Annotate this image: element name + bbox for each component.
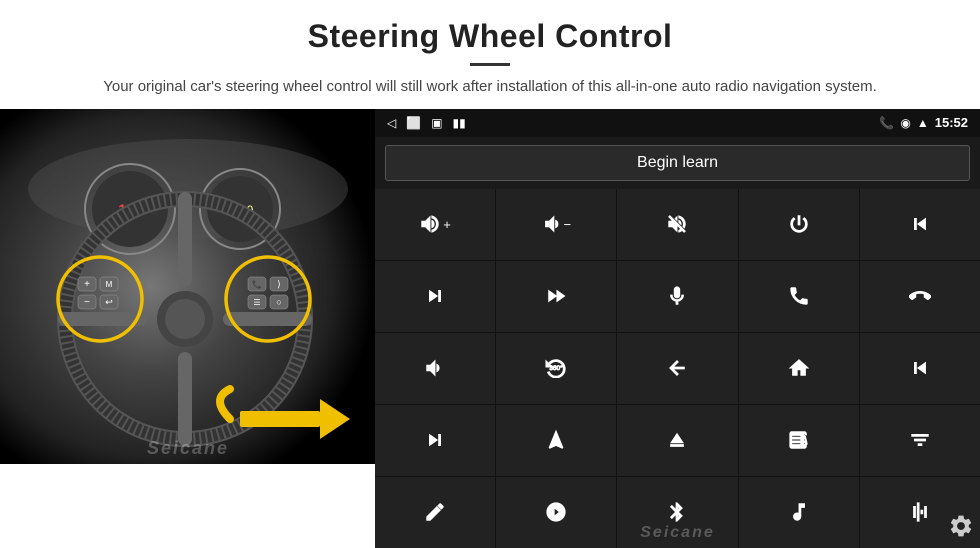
navigation-button[interactable] bbox=[496, 405, 616, 476]
wifi-icon: ▲ bbox=[917, 116, 929, 130]
phone-icon: 📞 bbox=[879, 116, 894, 130]
volume-up-button[interactable]: + bbox=[375, 189, 495, 260]
clock-display: 15:52 bbox=[935, 115, 968, 130]
equalizer-button[interactable] bbox=[860, 405, 980, 476]
settings-circle-button[interactable] bbox=[496, 477, 616, 548]
begin-learn-row: Begin learn bbox=[375, 137, 980, 189]
equalizer-icon bbox=[909, 429, 931, 451]
pen-button[interactable] bbox=[375, 477, 495, 548]
next-track-button[interactable] bbox=[375, 261, 495, 332]
gear-settings-icon bbox=[948, 513, 974, 539]
360-button[interactable]: 360° bbox=[496, 333, 616, 404]
content-section: 120 3000 bbox=[0, 109, 980, 548]
music-button[interactable] bbox=[739, 477, 859, 548]
360-label: 360° bbox=[545, 356, 567, 381]
volume-down-button[interactable]: − bbox=[496, 189, 616, 260]
hang-up-button[interactable] bbox=[860, 261, 980, 332]
car-image-panel: 120 3000 bbox=[0, 109, 375, 464]
android-status-bar: ◁ ⬜ ▣ ▮▮ 📞 ◉ ▲ 15:52 bbox=[375, 109, 980, 137]
page-title: Steering Wheel Control bbox=[60, 18, 920, 55]
eject-icon bbox=[666, 429, 688, 451]
status-bar-left: ◁ ⬜ ▣ ▮▮ bbox=[387, 116, 466, 130]
prev-track-icon bbox=[909, 213, 931, 235]
mute-button[interactable] bbox=[617, 189, 737, 260]
horn-button[interactable] bbox=[375, 333, 495, 404]
status-bar-right: 📞 ◉ ▲ 15:52 bbox=[879, 115, 968, 130]
prev-track-button[interactable] bbox=[860, 189, 980, 260]
next-track-icon bbox=[424, 285, 446, 307]
location-icon: ◉ bbox=[900, 116, 910, 130]
svg-text:↩: ↩ bbox=[105, 297, 113, 307]
svg-text:360°: 360° bbox=[550, 363, 564, 371]
music-icon bbox=[788, 501, 810, 523]
svg-text:☰: ☰ bbox=[253, 298, 260, 307]
ff-mute-icon bbox=[545, 285, 567, 307]
hang-up-icon bbox=[909, 285, 931, 307]
mic-button[interactable] bbox=[617, 261, 737, 332]
svg-text:Seicane: Seicane bbox=[147, 438, 229, 458]
gear-icon-container[interactable] bbox=[948, 513, 974, 544]
back-nav-button[interactable] bbox=[617, 333, 737, 404]
phone-call-button[interactable] bbox=[739, 261, 859, 332]
steering-wheel-background: 120 3000 bbox=[0, 109, 375, 464]
media-icon: ▮▮ bbox=[453, 116, 466, 130]
home-nav-button[interactable] bbox=[739, 333, 859, 404]
steering-wheel-svg: 120 3000 bbox=[0, 109, 375, 464]
subtitle-text: Your original car's steering wheel contr… bbox=[100, 76, 880, 99]
svg-text:+: + bbox=[84, 279, 90, 290]
svg-text:−: − bbox=[84, 297, 90, 308]
vol-up-label: + bbox=[443, 217, 451, 232]
skip-back2-icon bbox=[909, 357, 931, 379]
power-icon bbox=[788, 213, 810, 235]
title-divider bbox=[470, 63, 510, 66]
begin-learn-button[interactable]: Begin learn bbox=[385, 145, 970, 181]
radio-icon bbox=[788, 429, 810, 451]
radio-button[interactable] bbox=[739, 405, 859, 476]
header-section: Steering Wheel Control Your original car… bbox=[0, 0, 980, 109]
svg-text:📞: 📞 bbox=[252, 279, 262, 289]
phone-call-icon bbox=[788, 285, 810, 307]
eject-button[interactable] bbox=[617, 405, 737, 476]
android-screen: ◁ ⬜ ▣ ▮▮ 📞 ◉ ▲ 15:52 Begin learn bbox=[375, 109, 980, 548]
home-nav-icon bbox=[788, 357, 810, 379]
vol-down-label: − bbox=[563, 217, 571, 232]
navigation-icon bbox=[545, 429, 567, 451]
android-screen-inner: ◁ ⬜ ▣ ▮▮ 📞 ◉ ▲ 15:52 Begin learn bbox=[375, 109, 980, 548]
mic-icon bbox=[666, 285, 688, 307]
controls-grid: + − bbox=[375, 189, 980, 548]
back-nav-icon bbox=[666, 357, 688, 379]
waveform-icon bbox=[909, 501, 931, 523]
power-button[interactable] bbox=[739, 189, 859, 260]
skip-back2-button[interactable] bbox=[860, 333, 980, 404]
horn-icon bbox=[424, 357, 446, 379]
back-arrow-icon: ◁ bbox=[387, 116, 396, 130]
skip-forward-icon bbox=[424, 429, 446, 451]
svg-text:M: M bbox=[106, 280, 113, 289]
settings-circle-icon bbox=[545, 501, 567, 523]
skip-forward-button[interactable] bbox=[375, 405, 495, 476]
bluetooth-button[interactable] bbox=[617, 477, 737, 548]
ff-mute-button[interactable] bbox=[496, 261, 616, 332]
volume-down-icon bbox=[541, 213, 563, 235]
home-icon: ⬜ bbox=[406, 116, 421, 130]
svg-text:⟩: ⟩ bbox=[277, 279, 281, 289]
mute-icon bbox=[666, 213, 688, 235]
bluetooth-icon bbox=[666, 501, 688, 523]
pen-icon bbox=[424, 501, 446, 523]
360-icon: 360° bbox=[545, 356, 567, 378]
volume-up-icon bbox=[419, 213, 441, 235]
page-wrapper: Steering Wheel Control Your original car… bbox=[0, 0, 980, 548]
svg-text:○: ○ bbox=[276, 297, 281, 307]
recent-apps-icon: ▣ bbox=[431, 116, 442, 130]
